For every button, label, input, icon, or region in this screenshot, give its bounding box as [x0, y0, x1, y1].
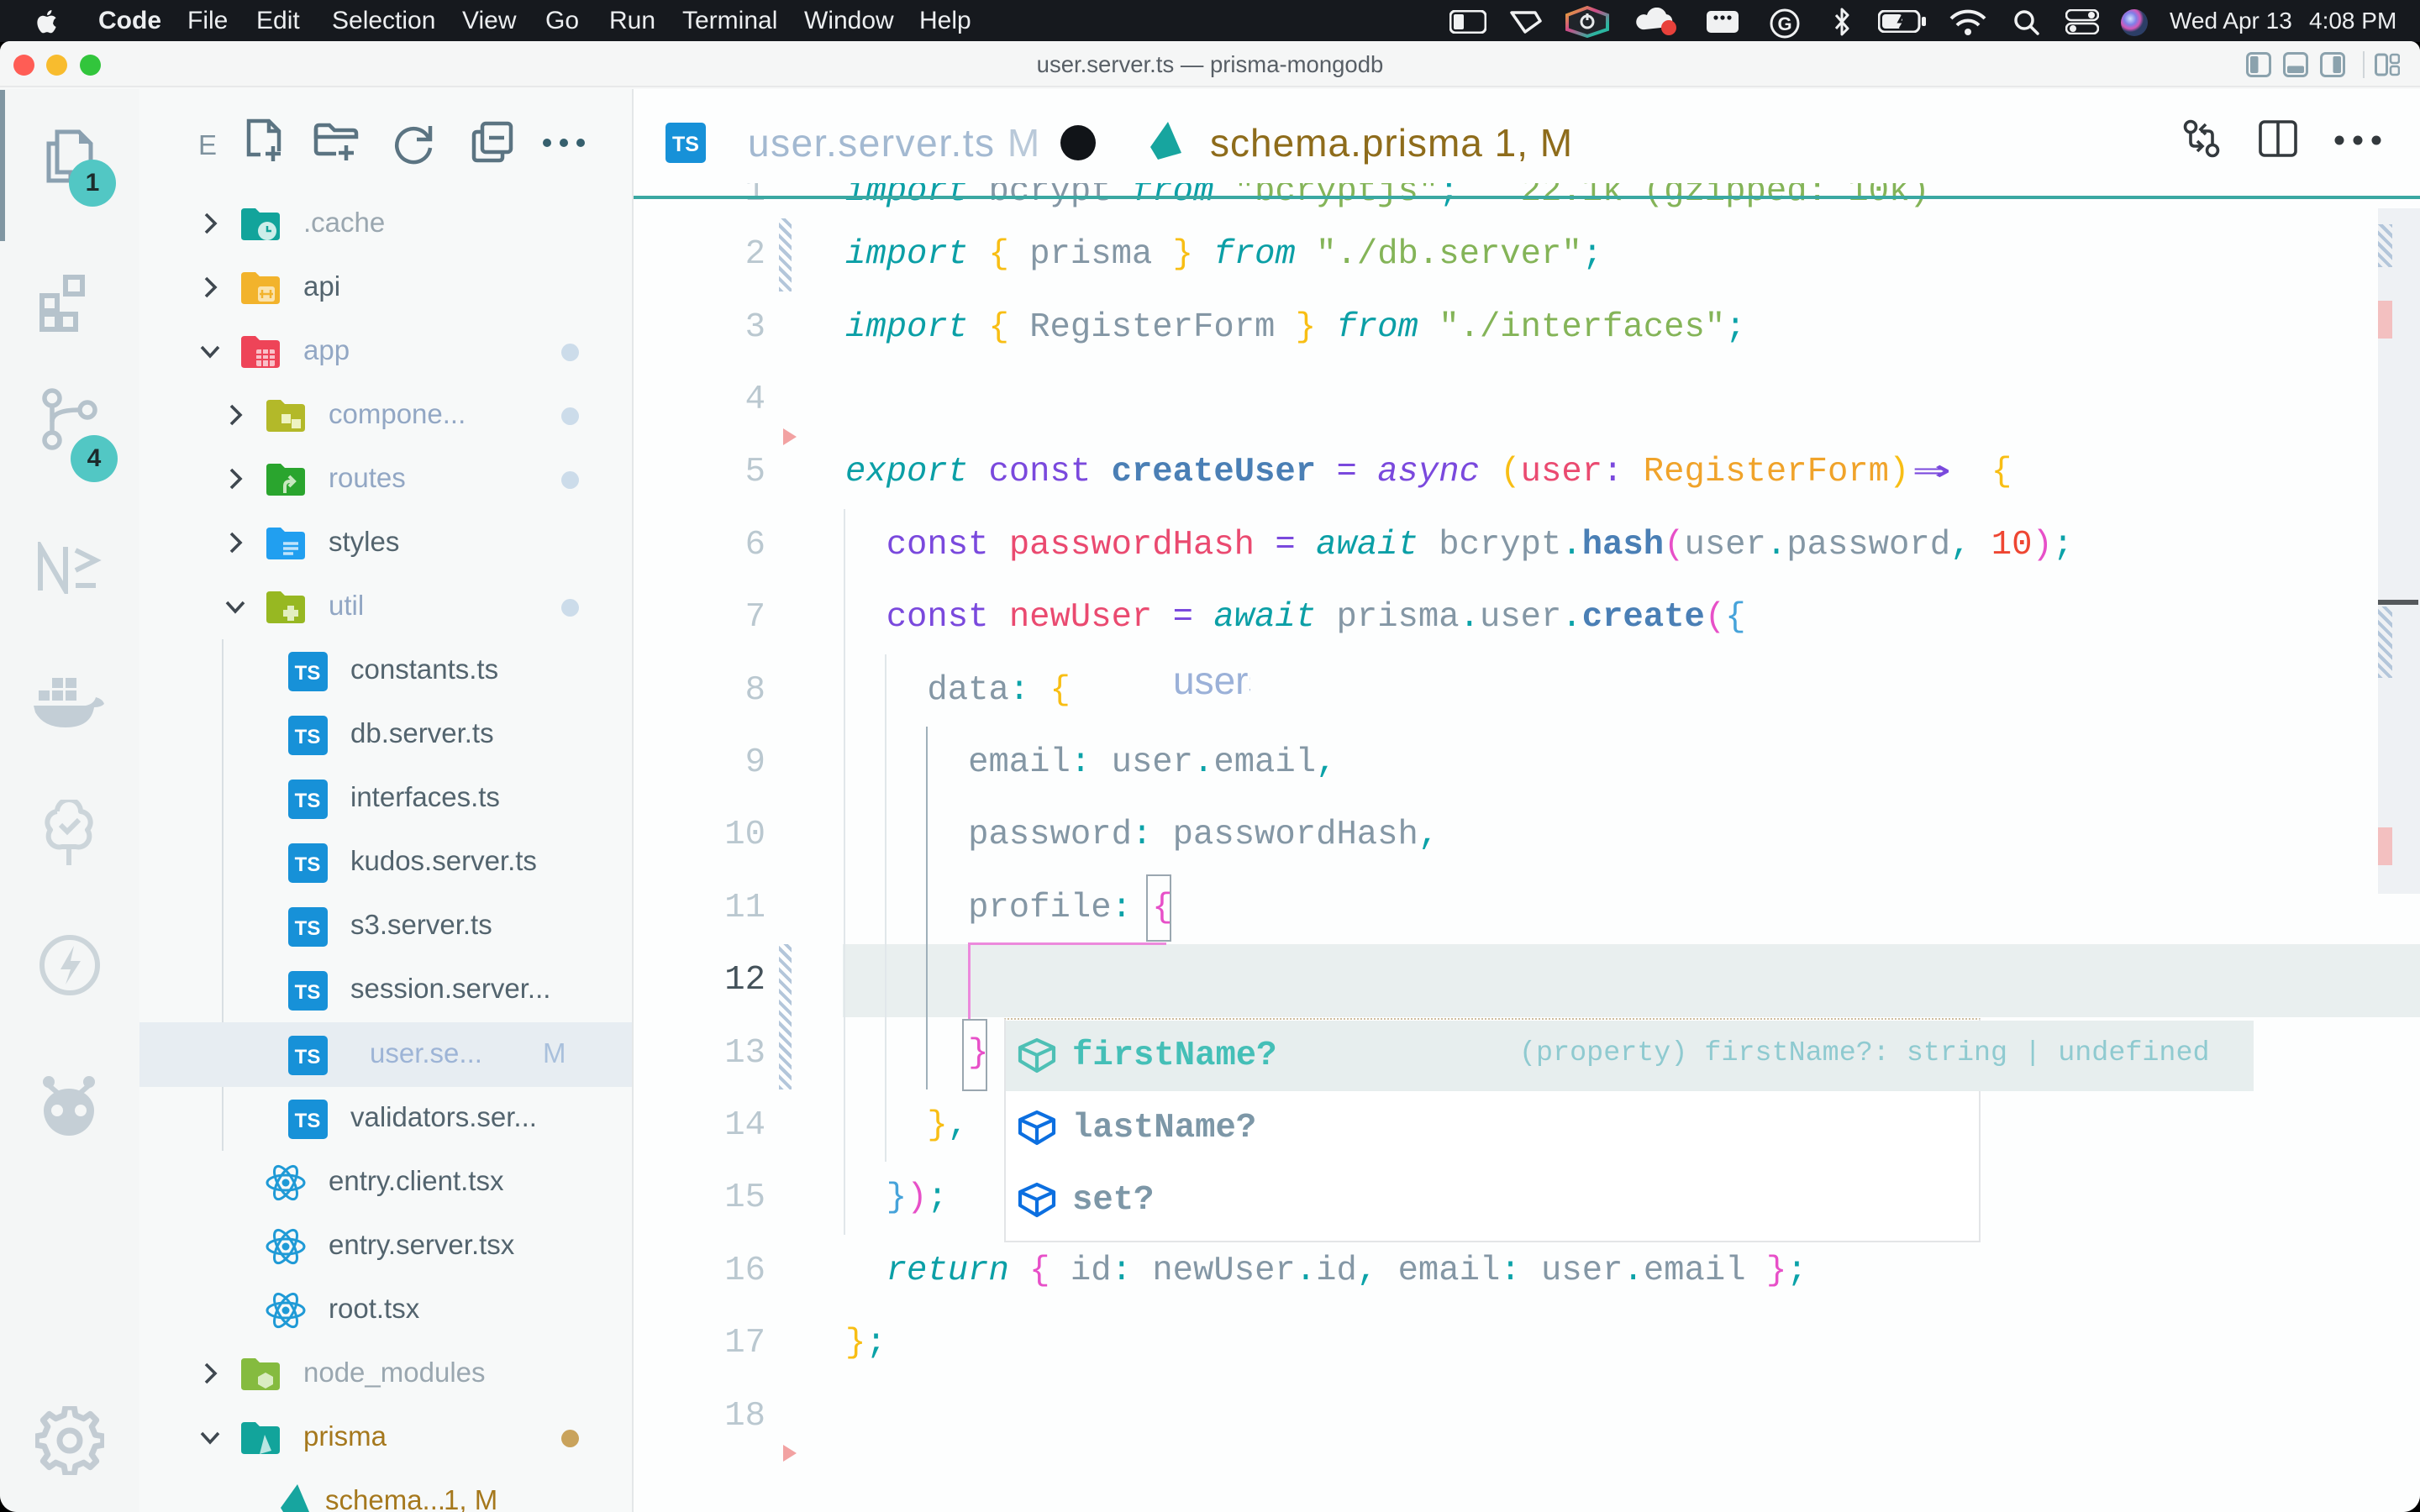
svg-text:TS: TS [672, 133, 699, 156]
svg-text:TS: TS [295, 853, 321, 876]
svg-text:TS: TS [295, 1110, 321, 1132]
svg-text:TS: TS [295, 1046, 321, 1068]
svg-text:TS: TS [295, 917, 321, 940]
svg-text:TS: TS [295, 662, 321, 685]
svg-text:TS: TS [295, 790, 321, 812]
svg-text:G: G [1777, 13, 1791, 34]
svg-text:TS: TS [295, 981, 321, 1004]
svg-text:TS: TS [295, 726, 321, 748]
